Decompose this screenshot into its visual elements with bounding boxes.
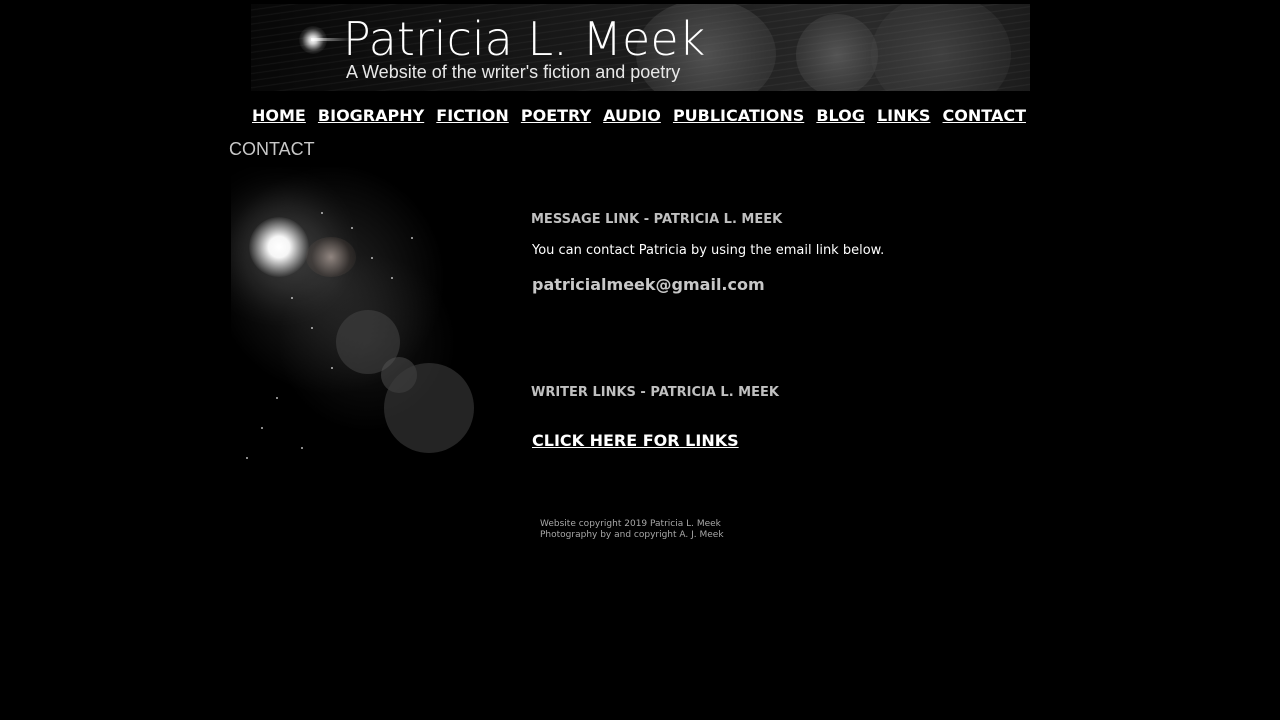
side-photo-sparkle: [276, 397, 278, 399]
footer-credits: Website copyright 2019 Patricia L. Meek …: [540, 519, 724, 541]
side-photo-glow: [306, 237, 356, 277]
page: Patricia L. Meek A Website of the writer…: [0, 0, 1280, 720]
nav-item-publications[interactable]: PUBLICATIONS: [673, 106, 804, 125]
side-photo: [231, 167, 479, 720]
side-photo-sparkle: [291, 297, 293, 299]
nav-item-audio[interactable]: AUDIO: [603, 106, 661, 125]
site-subtitle: A Website of the writer's fiction and po…: [346, 62, 681, 82]
side-photo-sparkle: [351, 227, 353, 229]
banner-orb: [796, 14, 878, 91]
side-photo-sparkle: [411, 237, 413, 239]
side-photo-sparkle: [331, 367, 333, 369]
writer-links-button[interactable]: CLICK HERE FOR LINKS: [532, 432, 739, 450]
writer-links-heading: WRITER LINKS - PATRICIA L. MEEK: [531, 385, 779, 400]
side-photo-sparkle: [391, 277, 393, 279]
copyright-text: Website copyright 2019 Patricia L. Meek: [540, 519, 721, 529]
contact-instructions: You can contact Patricia by using the em…: [532, 243, 885, 258]
side-photo-sparkle: [371, 257, 373, 259]
nav-item-blog[interactable]: BLOG: [816, 106, 865, 125]
nav-item-biography[interactable]: BIOGRAPHY: [318, 106, 424, 125]
main-nav: HOME BIOGRAPHY FICTION POETRY AUDIO PUBL…: [250, 104, 1028, 126]
site-title: Patricia L. Meek: [343, 12, 706, 66]
banner-orb: [871, 4, 1011, 91]
side-photo-sparkle: [321, 212, 323, 214]
side-photo-lens: [384, 363, 474, 453]
side-photo-sparkle: [261, 427, 263, 429]
banner-star-icon: [299, 26, 327, 54]
side-photo-sparkle: [246, 457, 248, 459]
nav-item-home[interactable]: HOME: [252, 106, 306, 125]
side-photo-sparkle: [301, 447, 303, 449]
page-title: CONTACT: [229, 139, 315, 159]
photo-credit-text: Photography by and copyright A. J. Meek: [540, 530, 724, 540]
nav-item-links[interactable]: LINKS: [877, 106, 930, 125]
email-link[interactable]: patricialmeek@gmail.com: [532, 275, 765, 294]
nav-item-fiction[interactable]: FICTION: [436, 106, 508, 125]
message-section-heading: MESSAGE LINK - PATRICIA L. MEEK: [531, 212, 783, 227]
nav-item-poetry[interactable]: POETRY: [521, 106, 591, 125]
side-photo-sparkle: [311, 327, 313, 329]
side-photo-star-icon: [249, 217, 309, 277]
nav-item-contact[interactable]: CONTACT: [943, 106, 1026, 125]
